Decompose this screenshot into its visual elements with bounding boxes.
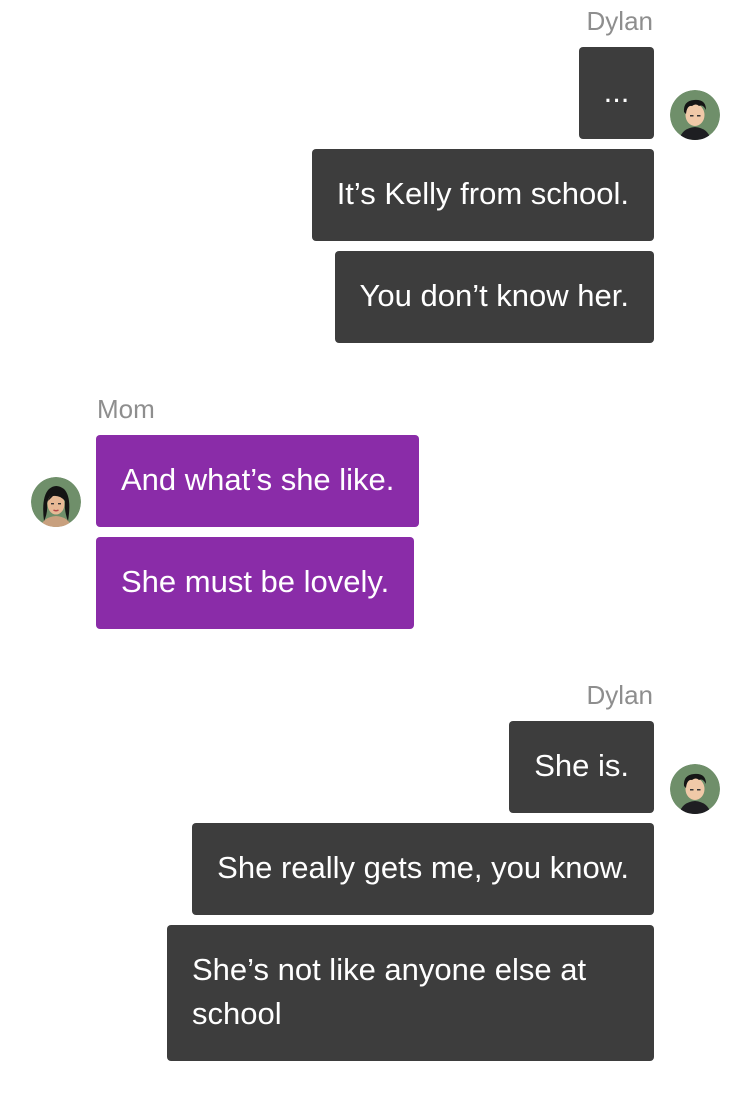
message-bubble[interactable]: She is.: [509, 721, 654, 813]
dylan-avatar-icon[interactable]: [670, 90, 720, 140]
message-bubble[interactable]: She’s not like anyone else at school: [167, 925, 654, 1061]
sender-name-dylan: Dylan: [586, 6, 653, 36]
message-bubble[interactable]: ...: [579, 47, 654, 139]
message-bubble[interactable]: And what’s she like.: [96, 435, 420, 527]
message-bubble[interactable]: She must be lovely.: [96, 537, 415, 629]
mom-avatar-icon[interactable]: [31, 477, 81, 527]
message-bubble[interactable]: It’s Kelly from school.: [311, 149, 654, 241]
dylan-avatar-icon[interactable]: [670, 764, 720, 814]
message-bubble[interactable]: She really gets me, you know.: [192, 823, 654, 915]
sender-name-mom: Mom: [97, 394, 155, 424]
sender-name-dylan: Dylan: [586, 680, 653, 710]
message-bubble[interactable]: You don’t know her.: [334, 251, 654, 343]
